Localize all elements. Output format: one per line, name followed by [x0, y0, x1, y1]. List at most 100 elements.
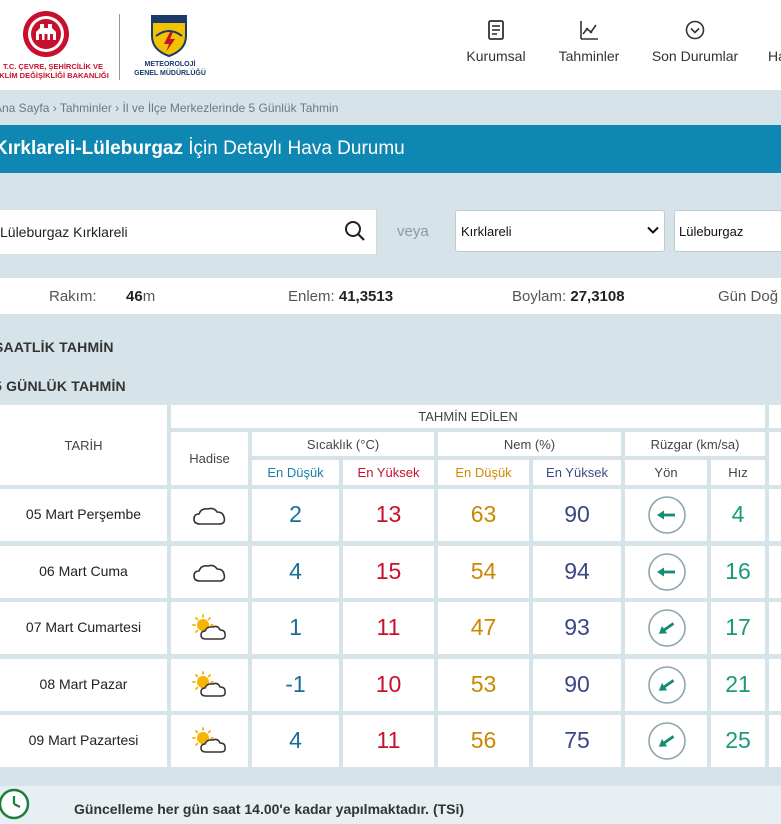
cell-date: 09 Mart Pazartesi [0, 715, 167, 767]
cell-wspeed: 21 [711, 659, 765, 711]
header-temp-label: Sıcaklık (°C) [306, 437, 380, 452]
header-temp-max: En Yüksek [343, 460, 434, 485]
cell-wdir [625, 715, 707, 767]
value-hmin: 54 [470, 558, 497, 584]
hourly-forecast-heading[interactable]: SAATLİK TAHMİN [0, 339, 114, 355]
province-select[interactable]: Kırklareli [455, 210, 665, 252]
logo-divider [119, 14, 120, 80]
daily-forecast-heading[interactable]: 5 GÜNLÜK TAHMİN [0, 378, 126, 394]
header-temp-min: En Düşük [252, 460, 339, 485]
cell-tmin: -1 [252, 659, 339, 711]
header-date-label: TARİH [64, 438, 103, 453]
cell-wspeed: 17 [711, 602, 765, 654]
value-hmin: 53 [470, 671, 497, 697]
cell-wspeed: 16 [711, 546, 765, 598]
cell-tmin: 2 [252, 489, 339, 541]
lon-label: Boylam: [512, 288, 567, 305]
title-bar: Kırklareli-Lüleburgaz İçin Detaylı Hava … [0, 125, 781, 173]
breadcrumb[interactable]: Ana Sayfa › Tahminler › İl ve İlçe Merke… [0, 101, 338, 115]
row-date: 06 Mart Cuma [39, 563, 128, 579]
value-hmax: 90 [564, 501, 590, 527]
title-suffix: İçin Detaylı Hava Durumu [183, 138, 405, 159]
header-wind-dir: Yön [625, 460, 707, 485]
altitude-value: 46 [126, 288, 143, 305]
value-hmin: 47 [470, 614, 497, 640]
district-select[interactable]: Lüleburgaz [674, 210, 781, 252]
value-wspeed: 16 [725, 558, 751, 584]
value-wspeed: 25 [725, 727, 751, 753]
wind-direction-icon [648, 496, 686, 534]
wind-direction-icon [648, 609, 686, 647]
or-label: veya [397, 223, 429, 240]
row-date: 05 Mart Perşembe [25, 506, 142, 522]
cell-date: 08 Mart Pazar [0, 659, 167, 711]
lat-value: 41,3513 [338, 288, 394, 305]
nav-son-durumlar[interactable]: Son Durumlar [648, 18, 742, 74]
sun-cloud-icon [192, 727, 226, 753]
longitude: Boylam: 27,3108 [512, 288, 625, 305]
header-wind: Rüzgar (km/sa) [625, 432, 765, 456]
cell-hmin: 47 [438, 602, 529, 654]
met-logo[interactable]: METEOROLOJİ GENEL MÜDÜRLÜĞÜ [128, 14, 212, 84]
cell-tmin: 4 [252, 546, 339, 598]
header-forecast: TAHMİN EDİLEN [171, 405, 765, 428]
cell-wdir [625, 659, 707, 711]
header-humidity-min: En Düşük [438, 460, 529, 485]
value-hmax: 93 [564, 614, 590, 640]
cell-tail [769, 546, 781, 598]
cell-icon [171, 659, 248, 711]
ministry-line1: T.C. ÇEVRE, ŞEHİRCİLİK VE [2, 62, 104, 71]
value-tmin: 1 [289, 614, 302, 640]
wind-direction-icon [648, 722, 686, 760]
header-date: TARİH [0, 405, 167, 485]
cell-hmin: 53 [438, 659, 529, 711]
search-value: Lüleburgaz Kırklareli [0, 224, 128, 240]
header-event: Hadise [171, 432, 248, 485]
cell-date: 07 Mart Cumartesi [0, 602, 167, 654]
search-icon[interactable] [344, 220, 366, 242]
nav-ha[interactable]: Ha [768, 18, 781, 74]
cell-wdir [625, 489, 707, 541]
cell-wdir [625, 546, 707, 598]
cell-date: 06 Mart Cuma [0, 546, 167, 598]
cell-tail [769, 715, 781, 767]
altitude-label: Rakım: [49, 288, 97, 305]
header-humidity-label: Nem (%) [503, 437, 556, 452]
chevron-down-icon [647, 226, 659, 234]
header-forecast-label: TAHMİN EDİLEN [418, 409, 518, 424]
nav-kurumsal[interactable]: Kurumsal [464, 18, 528, 74]
nav-tahminler[interactable]: Tahminler [554, 18, 624, 74]
wind-direction-icon [648, 666, 686, 704]
wind-direction-icon [648, 553, 686, 591]
clock-icon [0, 788, 30, 820]
row-date: 08 Mart Pazar [39, 676, 128, 692]
sun-cloud-icon [192, 671, 226, 697]
cell-tail [769, 659, 781, 711]
cloud-icon [193, 564, 226, 582]
header-humidity-max: En Yüksek [533, 460, 621, 485]
value-tmax: 11 [376, 614, 401, 640]
cell-hmin: 54 [438, 546, 529, 598]
update-text: Güncelleme her gün saat 14.00'e kadar ya… [74, 801, 465, 817]
page-title: Kırklareli-Lüleburgaz İçin Detaylı Hava … [0, 138, 405, 160]
cloud-icon [193, 507, 226, 525]
cell-icon [171, 546, 248, 598]
value-tmax: 15 [375, 558, 402, 584]
value-wspeed: 4 [731, 501, 745, 527]
search-input[interactable]: Lüleburgaz Kırklareli [0, 210, 377, 254]
cell-hmax: 90 [533, 489, 621, 541]
district-value: Lüleburgaz [679, 224, 744, 239]
ministry-logo[interactable]: T.C. ÇEVRE, ŞEHİRCİLİK VE İKLİM DEĞİŞİKL… [0, 10, 112, 84]
value-hmin: 56 [470, 727, 497, 753]
nav-label: Son Durumlar [651, 48, 739, 64]
nav-label: Tahminler [558, 48, 620, 64]
forecast-table: TARİH TAHMİN EDİLEN Hadise Sıcaklık (°C)… [0, 405, 781, 767]
cell-tmax: 11 [343, 602, 434, 654]
header-event-label: Hadise [189, 451, 230, 466]
ministry-seal-icon [23, 11, 69, 57]
met-shield-icon [151, 15, 187, 58]
chart-icon [580, 21, 598, 40]
header-temp: Sıcaklık (°C) [252, 432, 434, 456]
value-hmin: 63 [470, 501, 497, 527]
cell-wspeed: 4 [711, 489, 765, 541]
